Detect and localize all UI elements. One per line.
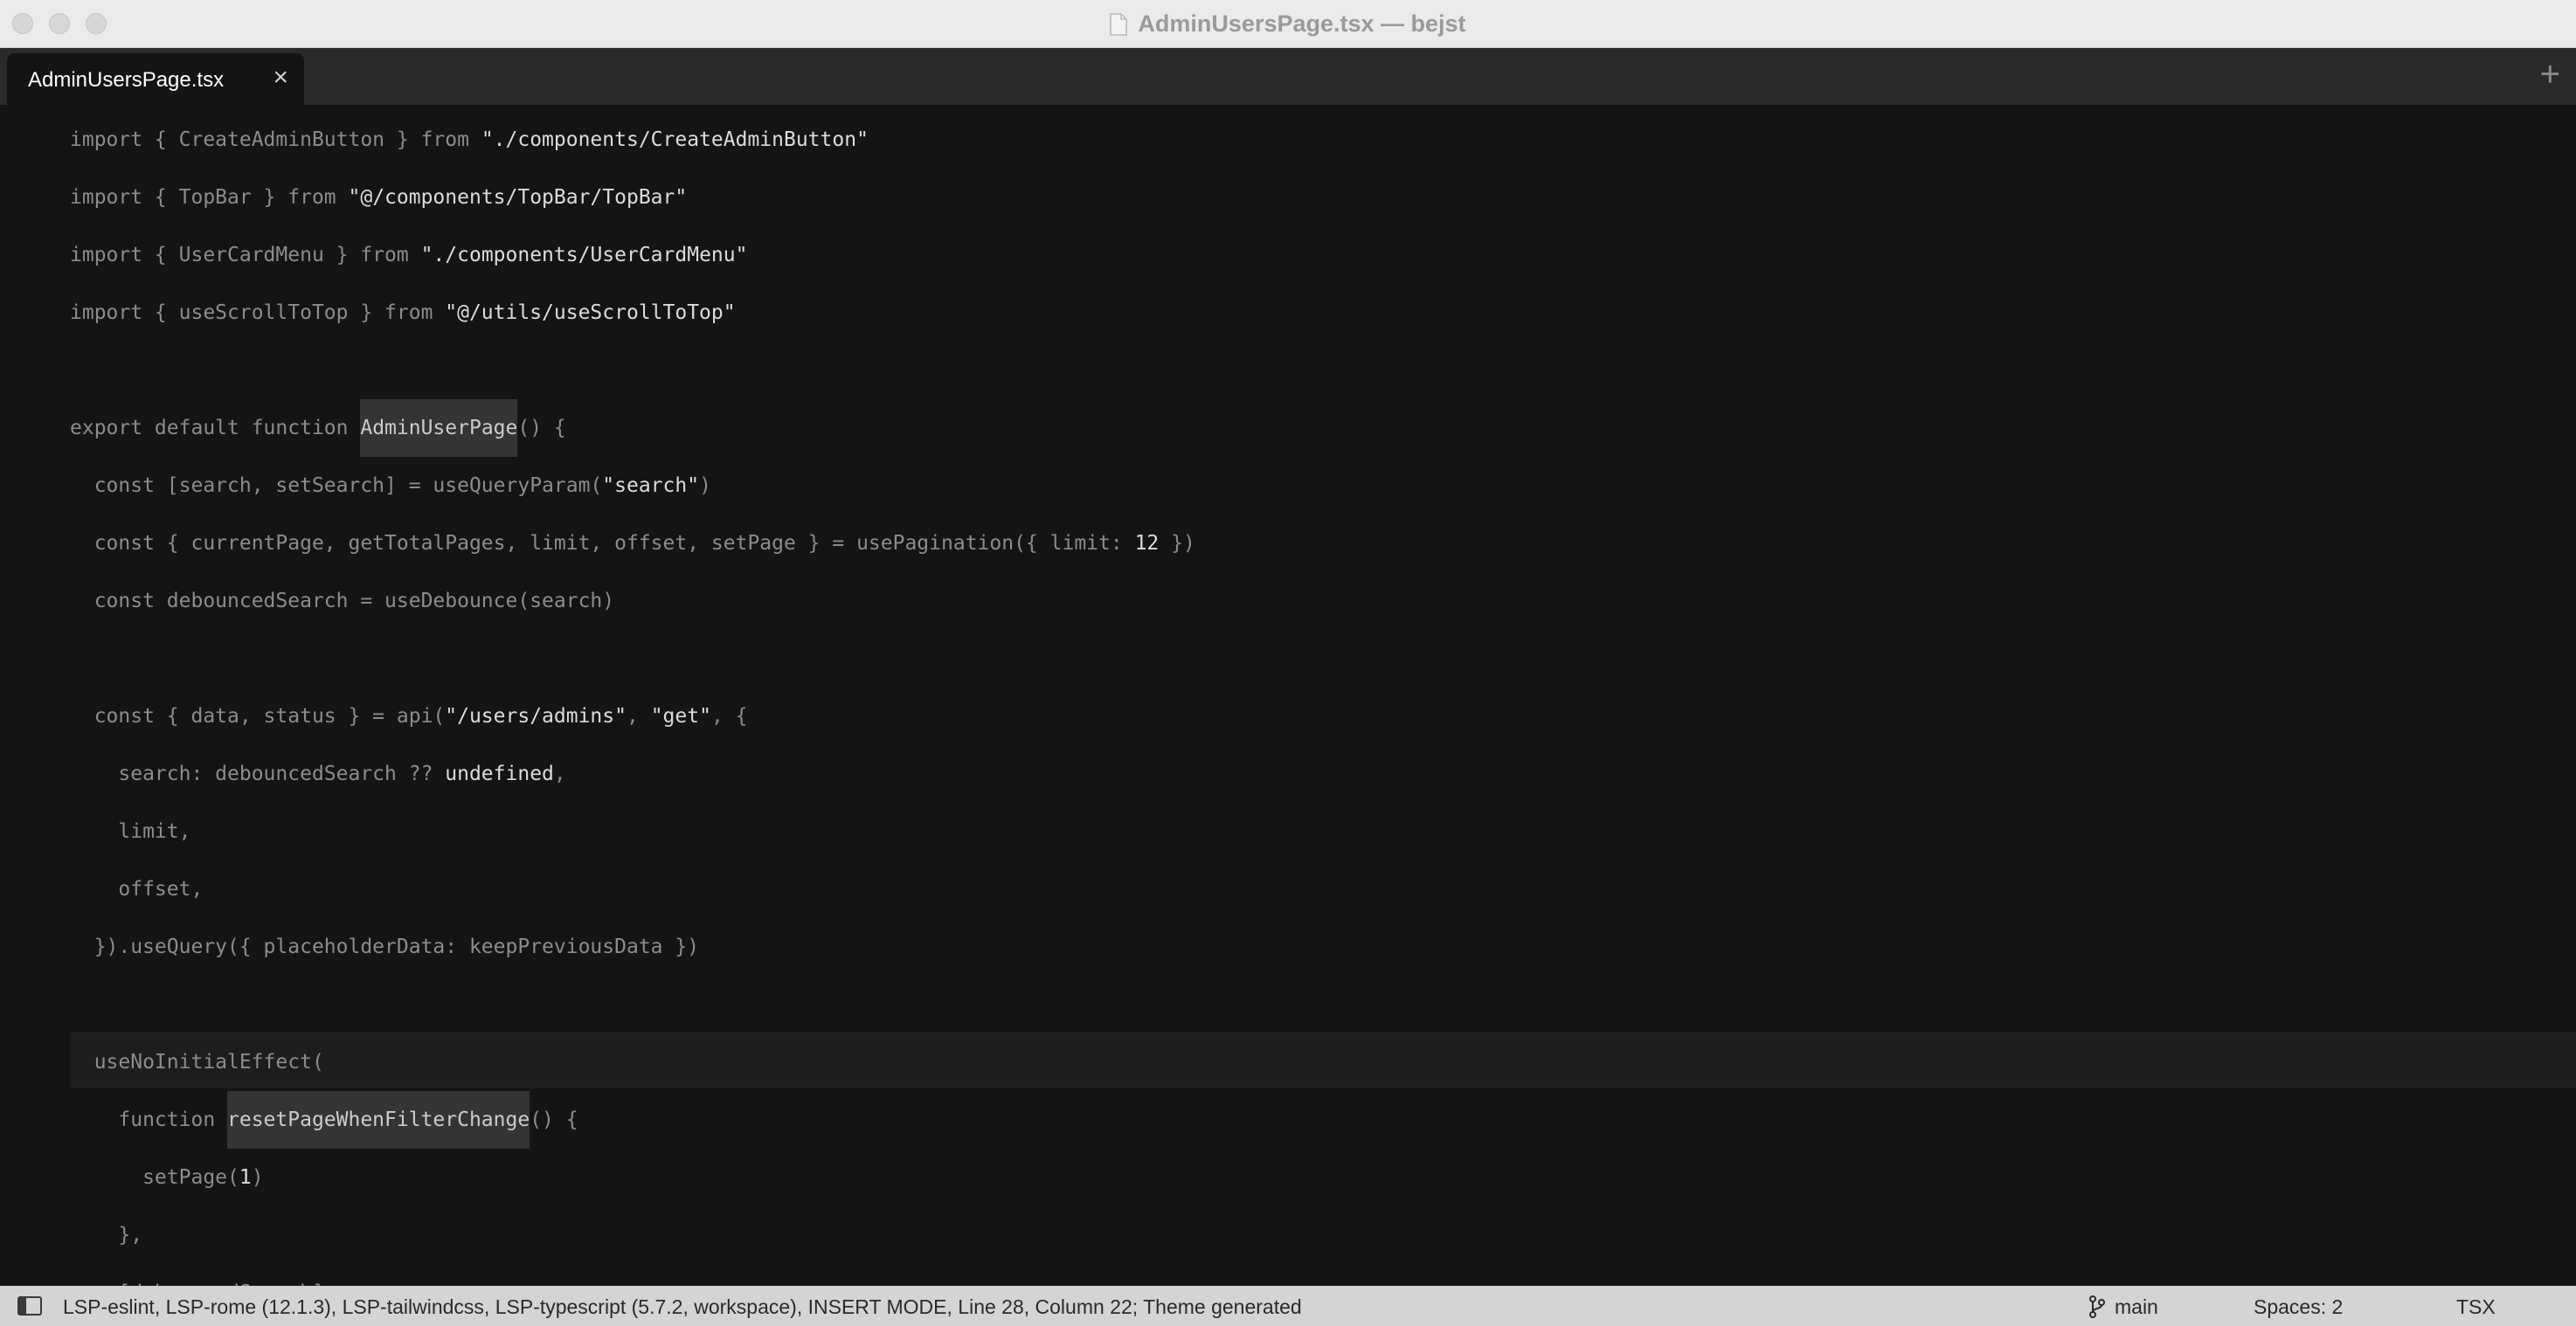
highlighted-token: resetPageWhenFilterChange (227, 1091, 530, 1149)
code-token: "./components/UserCardMenu" (420, 244, 748, 266)
code-token: const { currentPage, getTotalPages, limi… (70, 532, 1135, 555)
code-token: , (626, 705, 651, 728)
close-tab-icon[interactable]: × (273, 65, 288, 91)
code-token: import { UserCardMenu } from (70, 244, 421, 266)
code-token: () { (517, 417, 566, 439)
code-token: ) (699, 474, 711, 497)
code-token: }) (1159, 532, 1195, 555)
code-token: "/users/admins" (445, 705, 627, 728)
code-token: , (553, 763, 566, 785)
code-token: "@/utils/useScrollToTop" (445, 301, 736, 324)
code-line[interactable]: export default function AdminUserPage() … (70, 399, 566, 457)
tab-bar: AdminUsersPage.tsx × + (0, 48, 2576, 105)
indentation-setting[interactable]: Spaces: 2 (2254, 1295, 2343, 1319)
code-token: import { CreateAdminButton } from (70, 128, 481, 151)
current-line-highlight (70, 1032, 2576, 1088)
code-line[interactable]: useNoInitialEffect( (70, 1033, 324, 1091)
highlighted-token: AdminUserPage (360, 399, 518, 457)
code-token: ) (251, 1166, 264, 1189)
git-branch[interactable]: main (2115, 1295, 2158, 1319)
new-tab-button[interactable]: + (2540, 57, 2560, 92)
git-branch-icon (2088, 1295, 2106, 1318)
code-line[interactable]: search: debouncedSearch ?? undefined, (70, 745, 566, 803)
tab-label: AdminUsersPage.tsx (28, 68, 225, 92)
code-token: const debouncedSearch = useDebounce(sear… (70, 590, 615, 612)
code-editor[interactable]: import { CreateAdminButton } from "./com… (0, 105, 2576, 1286)
code-line[interactable]: setPage(1) (70, 1149, 264, 1206)
code-token: offset, (70, 878, 204, 901)
status-message: LSP-eslint, LSP-rome (12.1.3), LSP-tailw… (63, 1295, 1302, 1318)
code-line[interactable]: const { data, status } = api("/users/adm… (70, 687, 748, 745)
title-bar: AdminUsersPage.tsx — bejst (0, 0, 2576, 48)
status-bar: LSP-eslint, LSP-rome (12.1.3), LSP-tailw… (0, 1286, 2576, 1326)
code-token: undefined (445, 763, 554, 785)
sidebar-toggle-icon[interactable] (17, 1296, 42, 1316)
window-title-group: AdminUsersPage.tsx — bejst (0, 0, 2576, 48)
code-token: export default function (70, 417, 361, 439)
code-line[interactable]: [debouncedSearch] (70, 1264, 323, 1286)
code-token: const [search, setSearch] = useQueryPara… (70, 474, 603, 497)
code-token: 1 (239, 1166, 252, 1189)
code-line[interactable]: function resetPageWhenFilterChange() { (70, 1091, 578, 1149)
code-token: "./components/CreateAdminButton" (481, 128, 869, 151)
window-title: AdminUsersPage.tsx — bejst (1138, 10, 1466, 37)
code-token: "search" (602, 474, 700, 497)
document-icon (1110, 12, 1128, 36)
code-token: }).useQuery({ placeholderData: keepPrevi… (70, 936, 700, 958)
code-token: function (70, 1108, 228, 1131)
code-token: useNoInitialEffect( (70, 1051, 324, 1074)
code-token: import { TopBar } from (70, 186, 349, 209)
code-token: }, (70, 1224, 143, 1247)
code-line[interactable]: offset, (70, 860, 203, 918)
syntax-selector[interactable]: TSX (2456, 1295, 2496, 1319)
code-line[interactable]: limit, (70, 803, 190, 860)
code-token: 12 (1134, 532, 1160, 555)
tab-adminuserspage[interactable]: AdminUsersPage.tsx × (7, 53, 304, 105)
code-token: "get" (650, 705, 711, 728)
code-line[interactable]: import { useScrollToTop } from "@/utils/… (70, 284, 736, 342)
code-token: setPage( (70, 1166, 239, 1189)
code-line[interactable]: import { TopBar } from "@/components/Top… (70, 169, 687, 226)
code-token: , { (710, 705, 748, 728)
code-line[interactable]: const { currentPage, getTotalPages, limi… (70, 515, 1195, 572)
code-token: () { (530, 1108, 578, 1131)
code-line[interactable]: }).useQuery({ placeholderData: keepPrevi… (70, 918, 699, 976)
code-line[interactable]: const [search, setSearch] = useQueryPara… (70, 457, 711, 515)
code-token: limit, (70, 820, 191, 843)
code-token: const { data, status } = api( (70, 705, 446, 728)
code-token: import { useScrollToTop } from (70, 301, 446, 324)
code-line[interactable]: import { UserCardMenu } from "./componen… (70, 226, 747, 284)
code-line[interactable]: const debouncedSearch = useDebounce(sear… (70, 572, 614, 630)
code-token: "@/components/TopBar/TopBar" (348, 186, 688, 209)
code-token: search: debouncedSearch ?? (70, 763, 446, 785)
code-line[interactable]: import { CreateAdminButton } from "./com… (70, 111, 869, 169)
code-line[interactable]: }, (70, 1206, 142, 1264)
